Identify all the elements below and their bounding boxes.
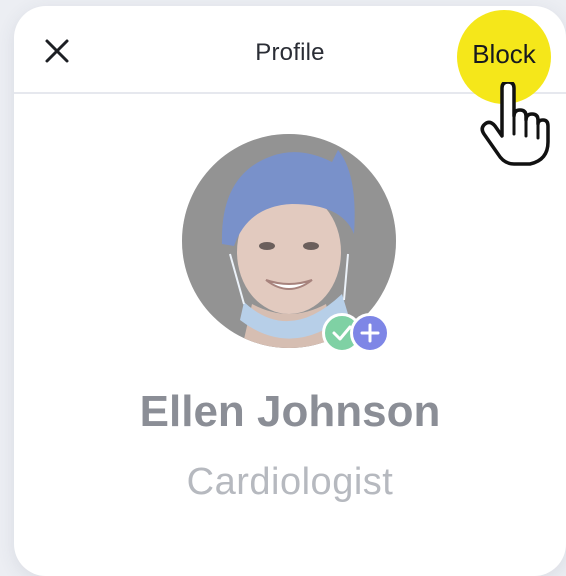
screen: Profile Block Ellen Johnson Cardiologist [0, 0, 566, 576]
profile-header: Profile Block [14, 6, 566, 104]
block-button[interactable]: Block [457, 39, 551, 70]
plus-icon [360, 323, 380, 343]
profile-card: Profile Block Ellen Johnson Cardiologist [14, 6, 566, 576]
hand-pointer-icon [480, 80, 550, 166]
profile-specialty: Cardiologist [186, 461, 394, 503]
avatar-container [182, 134, 396, 353]
add-contact-button[interactable] [350, 313, 390, 353]
profile-name: Ellen Johnson [139, 387, 441, 436]
